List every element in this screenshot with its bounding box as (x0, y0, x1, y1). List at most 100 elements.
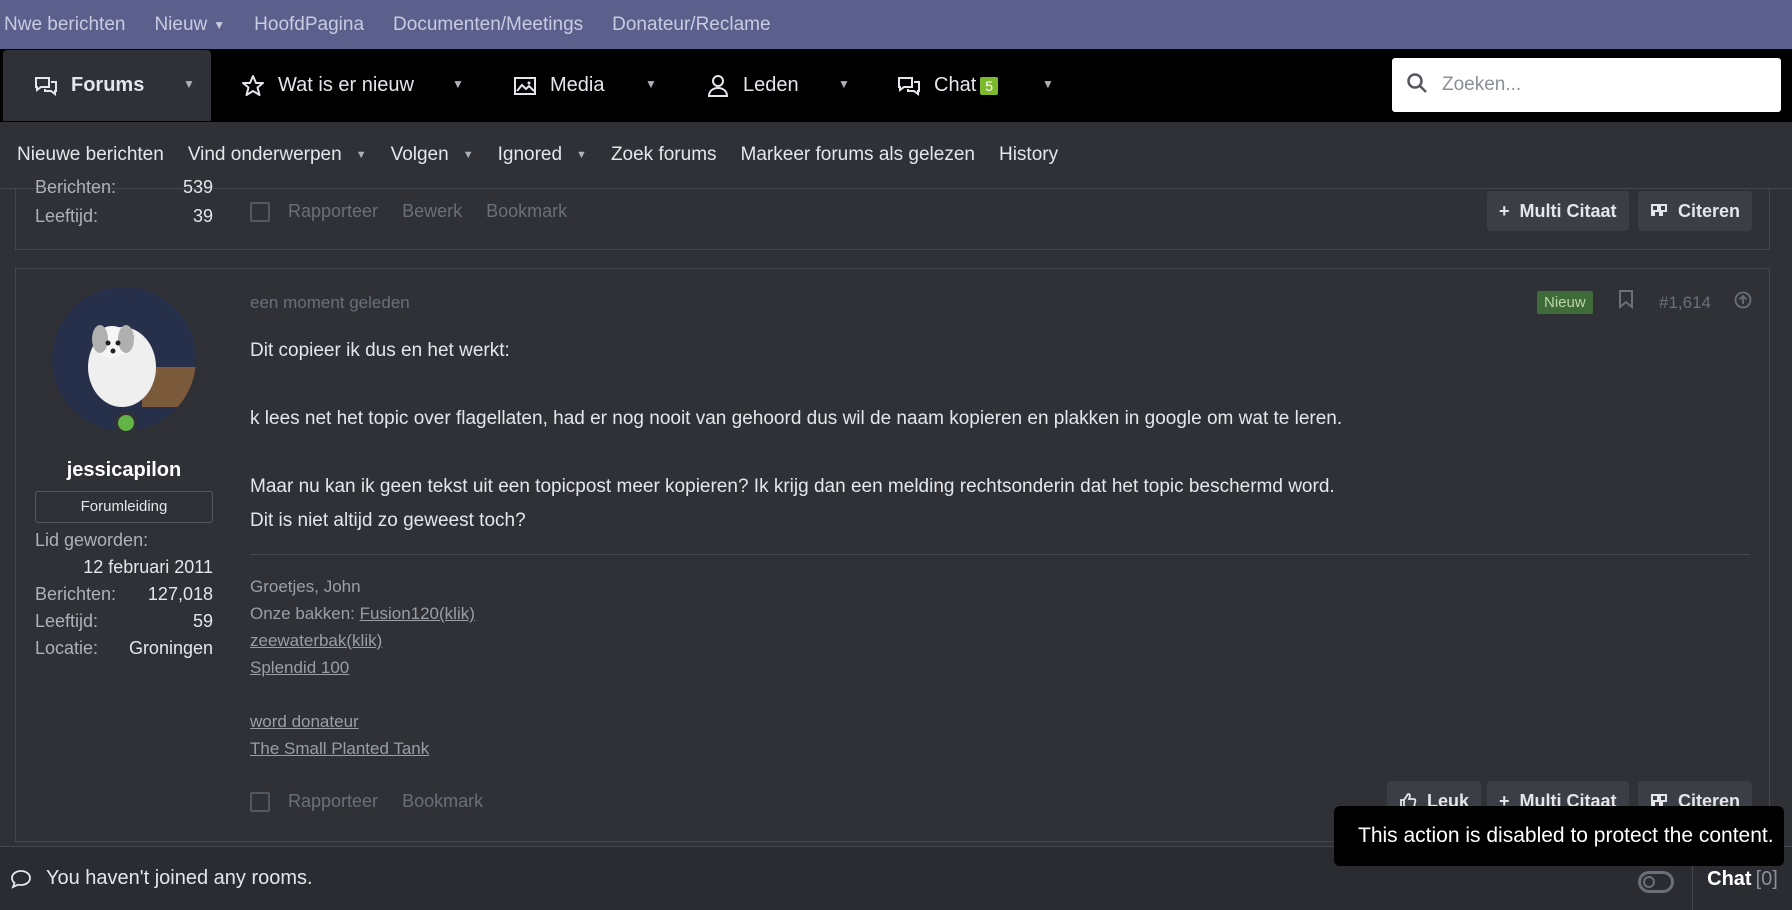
user-role-badge: Forumleiding (35, 491, 213, 523)
multiquote-label: Multi Citaat (1519, 200, 1617, 221)
bookmark-icon[interactable] (1618, 289, 1634, 314)
message-line: Maar nu kan ik geen tekst uit een topicp… (250, 476, 1335, 497)
message-line: Dit is niet altijd zo geweest toch? (250, 510, 526, 531)
stat-label: Berichten: (35, 584, 117, 604)
search-box[interactable] (1392, 58, 1781, 112)
chevron-down-icon: ▼ (355, 149, 367, 161)
tab-forums[interactable]: Forums ▼ (3, 50, 211, 121)
subnav-search-forums[interactable]: Zoek forums (611, 144, 717, 166)
stat-posts: Berichten: 539 (35, 177, 213, 198)
tab-chat[interactable]: Chat 5 ▼ (896, 50, 1066, 121)
chevron-down-icon[interactable]: ▼ (183, 77, 195, 91)
chevron-down-icon: ▼ (576, 149, 587, 161)
signature-line: The Small Planted Tank (250, 739, 429, 759)
username[interactable]: jessicapilon (35, 459, 213, 482)
select-checkbox[interactable] (250, 791, 270, 812)
subnav-ignored[interactable]: Ignored ▼ (498, 144, 587, 166)
report-link[interactable]: Rapporteer (288, 791, 378, 812)
signature-greeting: Groetjes, John (250, 577, 361, 596)
image-icon (512, 73, 538, 99)
signature-link[interactable]: Fusion120(klik) (360, 604, 475, 623)
post-actions: Rapporteer Bookmark (250, 791, 507, 812)
topbar-donor-link[interactable]: Donateur/Reclame (612, 14, 770, 36)
stat-value: Groningen (128, 638, 213, 658)
multiquote-button[interactable]: + Multi Citaat (1487, 191, 1629, 231)
signature-line: word donateur (250, 712, 359, 732)
new-badge: Nieuw (1537, 291, 1593, 314)
chat-status-text: You haven't joined any rooms. (46, 867, 313, 889)
stat-label: Leeftijd: (35, 206, 99, 226)
signature-link[interactable]: Splendid 100 (250, 658, 349, 677)
chevron-down-icon: ▼ (213, 17, 226, 32)
user-icon (705, 73, 731, 99)
chevron-down-icon[interactable]: ▼ (1042, 77, 1054, 91)
signature-link[interactable]: The Small Planted Tank (250, 739, 429, 758)
signature-link[interactable]: zeewaterbak(klik) (250, 631, 382, 650)
chevron-down-icon[interactable]: ▼ (838, 77, 850, 91)
online-status-icon (114, 411, 138, 435)
chat-count-badge: 5 (980, 76, 999, 95)
avatar[interactable] (52, 287, 196, 431)
topbar-new-posts-link[interactable]: Nwe berichten (4, 14, 125, 36)
main-navigation: Forums ▼ Wat is er nieuw ▼ Media ▼ Leden… (0, 49, 1792, 122)
quote-button[interactable]: Citeren (1638, 191, 1753, 231)
subnav-history[interactable]: History (999, 144, 1058, 166)
subnav-find-threads-label: Vind onderwerpen (187, 144, 342, 165)
subnav-new-posts[interactable]: Nieuwe berichten (17, 144, 164, 166)
tab-chat-label: Chat (934, 74, 977, 96)
chat-bubbles-icon (896, 73, 922, 99)
select-checkbox[interactable] (250, 201, 270, 222)
subnav-watched[interactable]: Volgen ▼ (391, 144, 474, 166)
post-number-link[interactable]: #1,614 (1659, 293, 1711, 313)
post-message: jessicapilon Forumleiding Lid geworden: … (15, 268, 1770, 842)
joined-label: Lid geworden: (35, 530, 149, 550)
star-icon (240, 73, 266, 99)
chevron-down-icon[interactable]: ▼ (645, 77, 657, 91)
signature-tanks-label: Onze bakken: (250, 604, 360, 623)
bookmark-link[interactable]: Bookmark (402, 791, 483, 812)
bookmark-link[interactable]: Bookmark (486, 201, 567, 222)
subnav-mark-read[interactable]: Markeer forums als gelezen (741, 144, 975, 166)
message-line: k lees net het topic over flagellaten, h… (250, 408, 1343, 429)
report-link[interactable]: Rapporteer (288, 201, 378, 222)
message-line: Dit copieer ik dus en het werkt: (250, 340, 510, 361)
quote-icon (1650, 203, 1668, 219)
stat-label: Leeftijd: (35, 611, 99, 631)
protection-toast: This action is disabled to protect the c… (1334, 806, 1784, 866)
share-icon[interactable] (1734, 291, 1752, 314)
chat-bubble-icon (10, 869, 32, 894)
signature-link[interactable]: word donateur (250, 712, 359, 731)
tab-whats-new[interactable]: Wat is er nieuw ▼ (240, 50, 470, 121)
subnav-ignored-label: Ignored (497, 144, 563, 165)
tab-media[interactable]: Media ▼ (512, 50, 662, 121)
subnav-find-threads[interactable]: Vind onderwerpen ▼ (188, 144, 367, 166)
tab-whats-new-label: Wat is er nieuw (278, 74, 414, 96)
top-utility-bar: Nwe berichten Nieuw ▼ HoofdPagina Documen… (0, 0, 1792, 49)
topbar-homepage-link[interactable]: HoofdPagina (254, 14, 364, 36)
stat-value: 59 (192, 611, 213, 631)
stat-location: Locatie: Groningen (35, 638, 213, 659)
search-input[interactable] (1442, 74, 1762, 96)
chevron-down-icon[interactable]: ▼ (452, 77, 464, 91)
chat-bubbles-icon (33, 73, 59, 99)
chat-toggle[interactable] (1638, 871, 1674, 893)
stat-value: 39 (192, 206, 213, 226)
sub-navigation: Nieuwe berichten Vind onderwerpen ▼ Volge… (0, 122, 1792, 189)
tab-media-label: Media (550, 74, 605, 96)
stat-value: 539 (182, 177, 213, 197)
tab-members[interactable]: Leden ▼ (705, 50, 855, 121)
search-icon (1406, 72, 1428, 99)
stat-posts: Berichten: 127,018 (35, 584, 213, 605)
chevron-down-icon: ▼ (462, 149, 474, 161)
stat-age: Leeftijd: 59 (35, 611, 213, 632)
topbar-new-dropdown[interactable]: Nieuw ▼ (154, 14, 225, 36)
topbar-documents-link[interactable]: Documenten/Meetings (393, 14, 583, 36)
stat-label: Locatie: (35, 638, 99, 658)
post-timestamp[interactable]: een moment geleden (250, 293, 410, 313)
chat-count: [0] (1755, 867, 1778, 890)
signature-line: Splendid 100 (250, 658, 349, 678)
tab-members-label: Leden (743, 74, 799, 96)
stat-label: Berichten: (35, 177, 117, 197)
plus-icon: + (1499, 200, 1510, 221)
edit-link[interactable]: Bewerk (402, 201, 462, 222)
